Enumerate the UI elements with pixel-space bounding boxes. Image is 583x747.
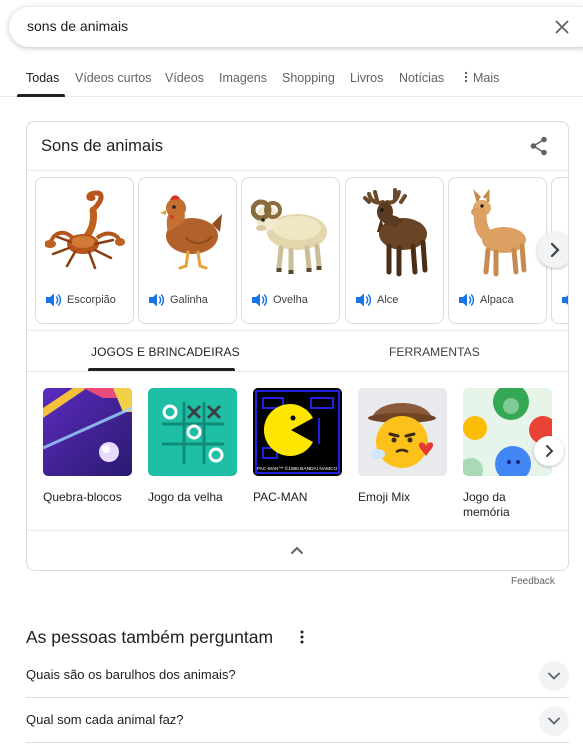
speaker-icon xyxy=(562,295,568,305)
sheep-icon xyxy=(251,199,327,274)
tab-videos[interactable]: Vídeos xyxy=(165,71,204,85)
game-label: Jogo da velha xyxy=(148,490,223,504)
tab-noticias[interactable]: Notícias xyxy=(399,71,444,85)
game-label: Emoji Mix xyxy=(358,490,411,504)
pac-man-icon: PAC-MAN™ ©1980 BANDAI NAMCO xyxy=(253,388,342,476)
animal-scorpion[interactable]: Escorpião xyxy=(35,177,134,324)
speaker-icon xyxy=(149,293,165,307)
card-title: Sons de animais xyxy=(41,137,163,155)
emoji-mix-icon xyxy=(358,388,447,476)
animal-label: Alce xyxy=(377,294,399,306)
feedback-link[interactable]: Feedback xyxy=(511,576,555,587)
game-jogo-da-velha[interactable]: Jogo da velha xyxy=(148,388,240,505)
paa-question[interactable]: Qual som cada animal faz? xyxy=(26,698,569,743)
divider xyxy=(27,330,568,331)
game-emoji-mix[interactable]: Emoji Mix xyxy=(358,388,450,505)
games-next-button[interactable] xyxy=(534,436,564,466)
speaker-icon xyxy=(459,293,475,307)
pac-man-caption: PAC-MAN™ ©1980 BANDAI NAMCO xyxy=(257,465,338,472)
game-pac-man[interactable]: PAC-MAN™ ©1980 BANDAI NAMCO PAC-MAN xyxy=(253,388,345,505)
animal-chicken[interactable]: Galinha xyxy=(138,177,237,324)
search-bar[interactable]: sons de animais xyxy=(9,7,583,47)
tab-imagens[interactable]: Imagens xyxy=(219,71,267,85)
animal-label: Escorpião xyxy=(67,294,116,306)
tab-livros[interactable]: Livros xyxy=(350,71,383,85)
tab-todas[interactable]: Todas xyxy=(26,71,59,85)
speaker-icon xyxy=(46,293,62,307)
more-vert-icon xyxy=(464,71,468,83)
tab-mais-label: Mais xyxy=(473,71,500,85)
animal-label: Alpaca xyxy=(480,294,514,306)
animal-label: Ovelha xyxy=(273,294,308,306)
game-label: Jogo da memória xyxy=(463,490,510,519)
moose-icon xyxy=(363,188,428,277)
paa-question-text: Qual som cada animal faz? xyxy=(26,712,184,727)
paa-question[interactable]: Quais são os barulhos dos animais? xyxy=(26,653,569,698)
chicken-icon xyxy=(160,195,222,270)
paa-title: As pessoas também perguntam xyxy=(26,627,274,647)
share-icon[interactable] xyxy=(527,134,551,158)
expand-button[interactable] xyxy=(539,661,569,691)
game-label: Quebra-blocos xyxy=(43,490,122,504)
expand-button[interactable] xyxy=(539,706,569,736)
close-icon[interactable] xyxy=(551,16,573,38)
chevron-down-icon xyxy=(548,717,560,725)
divider xyxy=(27,530,568,531)
animal-moose[interactable]: Alce xyxy=(345,177,444,324)
divider xyxy=(27,371,568,372)
speaker-icon xyxy=(356,293,372,307)
speaker-icon xyxy=(252,293,268,307)
game-label: PAC-MAN xyxy=(253,490,308,504)
paa-question-text: Quais são os barulhos dos animais? xyxy=(26,667,236,682)
chevron-down-icon xyxy=(548,672,560,680)
more-vert-icon[interactable] xyxy=(296,629,308,645)
animals-next-button[interactable] xyxy=(537,232,568,268)
tic-tac-toe-icon xyxy=(148,388,237,476)
game-quebra-blocos[interactable]: Quebra-blocos xyxy=(42,388,135,505)
search-tabs: Todas Vídeos curtos Vídeos Imagens Shopp… xyxy=(0,60,583,97)
tab-ferramentas[interactable]: FERRAMENTAS xyxy=(389,345,480,359)
chevron-right-icon xyxy=(550,242,560,258)
animal-alpaca[interactable]: Alpaca xyxy=(448,177,547,324)
tab-shopping[interactable]: Shopping xyxy=(282,71,335,85)
chevron-right-icon xyxy=(546,445,554,457)
animal-label: Galinha xyxy=(170,294,208,306)
animal-sounds-card: Sons de animais Escorpião Galinha Ovelha… xyxy=(26,121,569,571)
tab-mais[interactable]: Mais xyxy=(463,71,499,85)
memory-game-icon xyxy=(459,384,557,482)
tab-videos-curtos[interactable]: Vídeos curtos xyxy=(75,71,151,85)
animal-sheep[interactable]: Ovelha xyxy=(241,177,340,324)
scorpion-icon xyxy=(45,190,125,270)
tab-jogos[interactable]: JOGOS E BRINCADEIRAS xyxy=(91,345,240,359)
search-input[interactable]: sons de animais xyxy=(27,18,128,34)
chevron-up-icon[interactable] xyxy=(285,540,309,560)
alpaca-icon xyxy=(471,188,527,277)
active-tab-indicator xyxy=(17,94,65,97)
divider xyxy=(27,170,568,171)
breakout-game-icon xyxy=(42,388,133,476)
